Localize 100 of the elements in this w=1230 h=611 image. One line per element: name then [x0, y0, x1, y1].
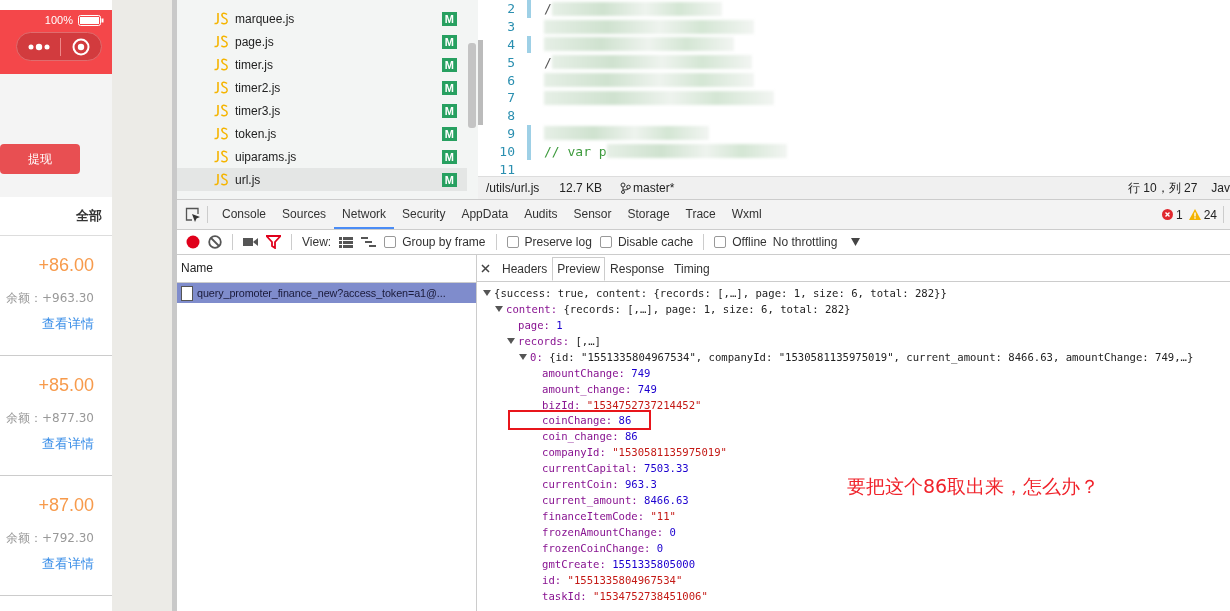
line-number: 5 [506, 54, 515, 70]
warning-count[interactable]: 24 [1188, 207, 1217, 222]
json-property[interactable]: coin_change: 86 [542, 429, 638, 444]
json-property[interactable]: bizId: "1534752737214452" [542, 397, 702, 412]
filter-label[interactable]: 全部 [76, 207, 102, 225]
json-property[interactable]: id: "1551335804967534" [542, 572, 683, 587]
balance-text: 余额：+877.30 [5, 410, 94, 427]
code-text: / [544, 54, 552, 70]
checkbox[interactable] [506, 236, 519, 248]
details-link[interactable]: 查看详情 [42, 435, 94, 453]
json-property[interactable]: amountChange: 749 [542, 365, 651, 380]
camera-icon[interactable] [243, 237, 258, 247]
devtools-tab[interactable]: Sensor [565, 200, 620, 229]
devtools-tab[interactable]: Wxml [723, 200, 770, 229]
checkbox[interactable] [599, 236, 612, 248]
more-icon[interactable] [28, 42, 51, 51]
option-label[interactable]: Offline [732, 235, 767, 249]
error-icon [1161, 209, 1173, 220]
expand-arrow-icon[interactable] [483, 288, 491, 297]
expand-arrow-icon[interactable] [519, 352, 527, 361]
json-property[interactable]: currentCapital: 7503.33 [542, 461, 689, 476]
record-icon[interactable] [186, 235, 200, 249]
devtools-tab[interactable]: Audits [516, 200, 566, 229]
file-item[interactable]: timer3.js M [177, 99, 467, 122]
checkbox[interactable] [384, 236, 397, 248]
detail-tab[interactable]: Headers [497, 257, 553, 281]
cursor-position: 行 10，列 27 [1127, 179, 1198, 197]
withdraw-button[interactable]: 提现 [0, 144, 80, 174]
devtools-tab[interactable]: Storage [619, 200, 678, 229]
option-label[interactable]: Preserve log [524, 235, 592, 249]
modified-badge: M [441, 57, 457, 72]
json-property[interactable]: amount_change: 749 [542, 381, 657, 396]
devtools-tab[interactable]: AppData [453, 200, 517, 229]
expand-arrow-icon[interactable] [495, 304, 503, 313]
file-item[interactable]: page.js M [177, 30, 467, 53]
json-property[interactable]: companyId: "1530581135975019" [542, 445, 727, 460]
warning-icon [1188, 209, 1201, 220]
line-number: 2 [506, 1, 515, 17]
json-property[interactable]: financeItemCode: "11" [542, 509, 676, 524]
dropdown-caret-icon[interactable] [851, 238, 861, 246]
json-property[interactable]: 0: {id: "1551335804967534", companyId: "1530581135975019", current_amount: 8466.63, amountChange: 749,…} [530, 349, 1194, 364]
language-mode[interactable]: Jav [1211, 181, 1230, 195]
view-label: View: [302, 235, 332, 249]
line-number: 11 [498, 161, 515, 176]
devtools-tab[interactable]: Network [334, 200, 395, 229]
file-item[interactable]: marquee.js M [177, 7, 467, 30]
capsule-menu[interactable] [16, 32, 102, 61]
expand-arrow-icon[interactable] [507, 336, 515, 345]
list-view-icon[interactable] [339, 236, 354, 248]
file-item[interactable]: url.js M [177, 168, 467, 191]
json-property[interactable]: gmtCreate: 1551335805000 [542, 556, 696, 571]
throttling-dropdown[interactable]: No throttling [772, 235, 861, 249]
json-property[interactable]: current_amount: 8466.63 [542, 493, 689, 508]
json-property[interactable]: frozenCoinChange: 0 [542, 540, 664, 555]
amount-text: +85.00 [38, 375, 94, 396]
file-item[interactable]: uiparams.js M [177, 145, 467, 168]
json-property[interactable]: coinChange: 86 [510, 412, 650, 429]
scrollbar-thumb[interactable] [478, 40, 483, 125]
modified-badge: M [441, 172, 457, 187]
amount-text: +86.00 [38, 255, 94, 276]
detail-tab[interactable]: Timing [669, 257, 715, 281]
checkbox[interactable] [714, 236, 727, 248]
close-icon[interactable] [481, 263, 490, 273]
request-row[interactable]: query_promoter_finance_new?access_token=a1@... [177, 283, 476, 303]
json-property[interactable]: page: 1 [518, 317, 563, 332]
filter-icon[interactable] [266, 235, 281, 249]
error-count[interactable]: 1 [1161, 207, 1183, 222]
file-item[interactable]: timer2.js M [177, 76, 467, 99]
file-item[interactable]: token.js M [177, 122, 467, 145]
devtools-tab[interactable]: Security [394, 200, 454, 229]
clear-icon[interactable] [208, 235, 222, 249]
line-number: 7 [506, 90, 515, 106]
balance-text: 余额：+963.30 [5, 290, 94, 307]
detail-tab[interactable]: Preview [552, 257, 606, 281]
close-target-icon[interactable] [71, 37, 90, 56]
scrollbar-thumb[interactable] [468, 43, 476, 128]
inspect-icon[interactable] [185, 206, 201, 223]
json-property[interactable]: taskId: "1534752738451006" [542, 588, 708, 603]
detail-tab[interactable]: Response [605, 257, 670, 281]
json-property[interactable]: content: {records: [,…], page: 1, size: 6, total: 282} [506, 301, 851, 316]
details-link[interactable]: 查看详情 [42, 315, 94, 333]
modified-badge: M [441, 103, 457, 118]
devtools-tab[interactable]: Sources [274, 200, 335, 229]
line-number: 9 [506, 125, 515, 141]
devtools-tab[interactable]: Console [214, 200, 275, 229]
option-label[interactable]: Group by frame [402, 235, 486, 249]
json-property[interactable]: frozenAmountChange: 0 [542, 525, 676, 540]
branch-indicator[interactable]: master* [620, 181, 675, 195]
line-number: 4 [506, 37, 515, 52]
annotation-text: 要把这个86取出来，怎么办？ [847, 474, 1100, 499]
option-label[interactable]: Disable cache [617, 235, 694, 249]
devtools-tab[interactable]: Trace [677, 200, 724, 229]
balance-text: 余额：+792.30 [5, 530, 94, 547]
json-property[interactable]: {success: true, content: {records: [,…], page: 1, size: 6, total: 282}} [494, 285, 947, 300]
waterfall-view-icon[interactable] [361, 236, 377, 248]
json-property[interactable]: records: [,…] [518, 333, 601, 348]
details-link[interactable]: 查看详情 [42, 555, 94, 573]
json-property[interactable]: currentCoin: 963.3 [542, 477, 657, 492]
file-item[interactable]: timer.js M [177, 53, 467, 76]
modified-badge: M [441, 11, 457, 26]
